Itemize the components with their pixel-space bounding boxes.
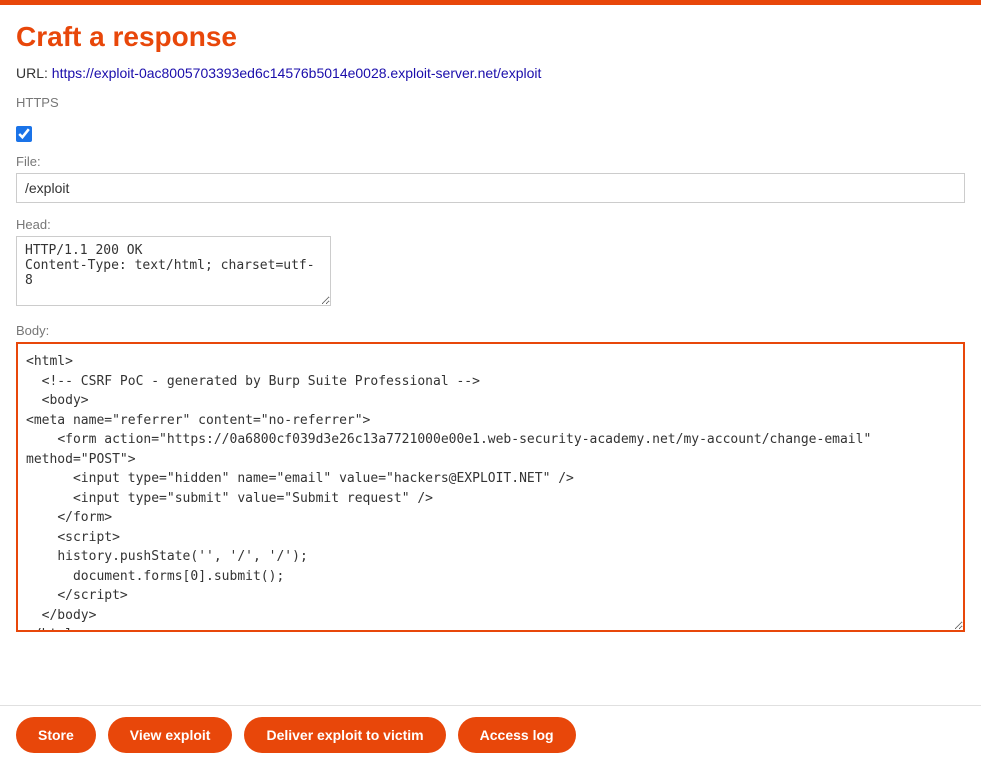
file-input[interactable] [16,173,965,203]
body-label: Body: [16,323,965,338]
file-section: File: [16,154,965,203]
body-section: Body: <html> <!-- CSRF PoC - generated b… [16,323,965,635]
body-textarea[interactable]: <html> <!-- CSRF PoC - generated by Burp… [16,342,965,632]
page-title: Craft a response [16,21,965,53]
url-label: URL: [16,65,48,81]
url-link[interactable]: https://exploit-0ac8005703393ed6c14576b5… [52,65,542,81]
access-log-button[interactable]: Access log [458,717,576,753]
head-textarea[interactable]: HTTP/1.1 200 OK Content-Type: text/html;… [16,236,331,306]
bottom-bar: Store View exploit Deliver exploit to vi… [0,705,981,763]
https-checkbox[interactable] [16,126,32,142]
https-section: HTTPS [16,95,965,114]
store-button[interactable]: Store [16,717,96,753]
head-label: Head: [16,217,965,232]
deliver-exploit-button[interactable]: Deliver exploit to victim [244,717,445,753]
https-label: HTTPS [16,95,59,110]
view-exploit-button[interactable]: View exploit [108,717,233,753]
file-label: File: [16,154,965,169]
url-line: URL: https://exploit-0ac8005703393ed6c14… [16,65,965,81]
head-section: Head: HTTP/1.1 200 OK Content-Type: text… [16,217,965,309]
https-checkbox-row [16,126,965,142]
main-content: Craft a response URL: https://exploit-0a… [0,5,981,729]
